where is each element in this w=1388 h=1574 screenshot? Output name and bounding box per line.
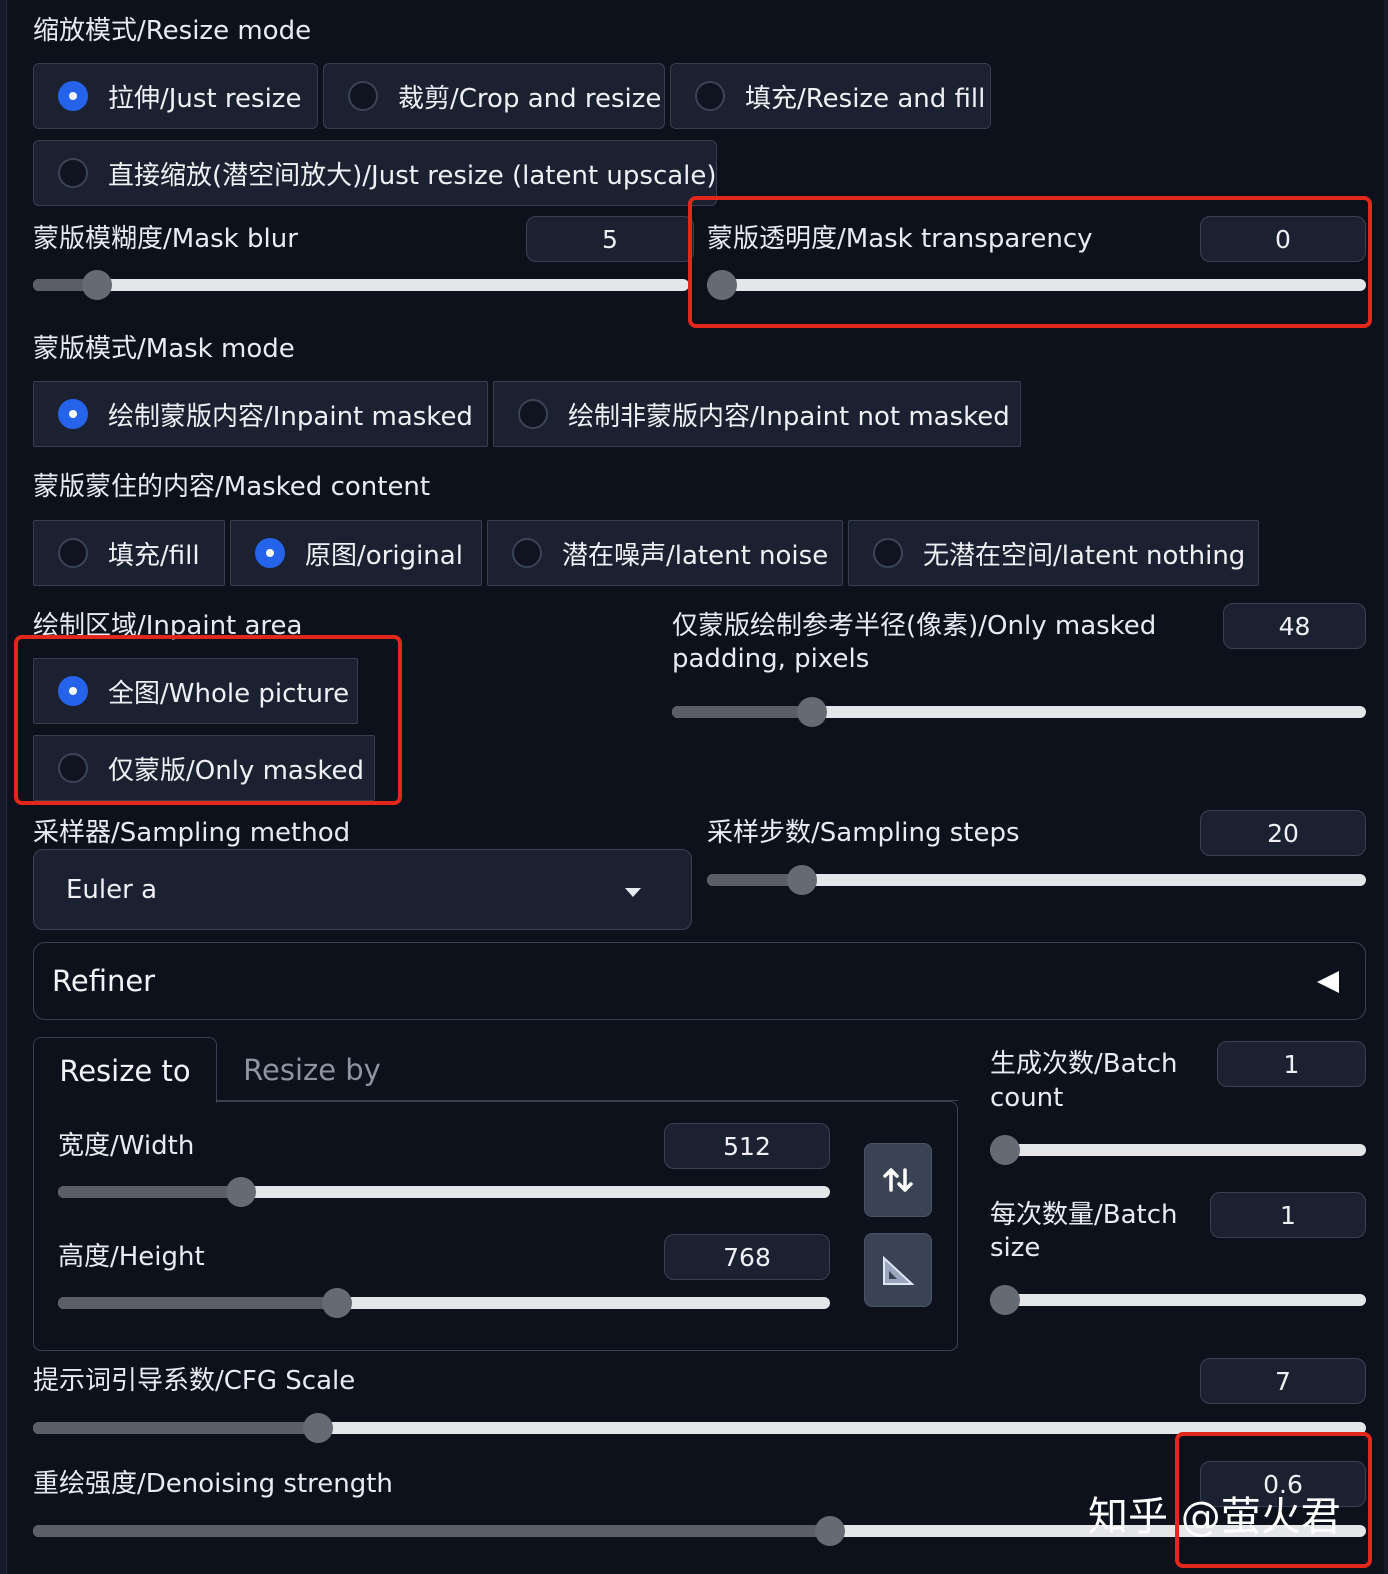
dropdown-caret-icon xyxy=(625,888,641,897)
radio-unselected-icon xyxy=(512,538,542,568)
dropdown-value: Euler a xyxy=(66,874,158,905)
denoising-strength-label: 重绘强度/Denoising strength xyxy=(33,1469,393,1499)
tab-divider xyxy=(217,1100,958,1101)
highlight-box xyxy=(14,635,402,805)
option-label: 无潜在空间/latent nothing xyxy=(923,540,1246,571)
refiner-label: Refiner xyxy=(52,964,156,998)
height-input[interactable]: 768 xyxy=(664,1234,830,1280)
mask-blur-input[interactable]: 5 xyxy=(526,216,694,262)
radio-unselected-icon xyxy=(873,538,903,568)
watermark: 知乎 @萤火君 xyxy=(1088,1494,1341,1540)
radio-selected-icon xyxy=(255,538,285,568)
cfg-scale-slider[interactable] xyxy=(33,1413,1366,1443)
batch-count-label-cont: count xyxy=(990,1083,1064,1113)
option-label: 绘制蒙版内容/Inpaint masked xyxy=(108,401,473,432)
width-label: 宽度/Width xyxy=(58,1131,195,1161)
height-label: 高度/Height xyxy=(58,1242,205,1272)
left-panel-edge xyxy=(0,0,7,1574)
swap-dimensions-button[interactable] xyxy=(864,1143,932,1217)
radio-resize-and-fill[interactable]: 填充/Resize and fill xyxy=(670,63,991,129)
cfg-scale-input[interactable]: 7 xyxy=(1200,1358,1366,1404)
only-masked-padding-slider[interactable] xyxy=(672,697,1366,727)
sampling-method-label: 采样器/Sampling method xyxy=(33,818,351,848)
sampling-steps-slider[interactable] xyxy=(707,865,1366,895)
radio-just-resize[interactable]: 拉伸/Just resize xyxy=(33,63,318,129)
only-masked-padding-input[interactable]: 48 xyxy=(1223,603,1366,649)
tab-resize-by[interactable]: Resize by xyxy=(220,1037,404,1103)
only-masked-padding-label: 仅蒙版绘制参考半径(像素)/Only masked xyxy=(672,611,1157,641)
radio-inpaint-masked[interactable]: 绘制蒙版内容/Inpaint masked xyxy=(33,381,488,447)
batch-size-label: 每次数量/Batch xyxy=(990,1200,1178,1230)
radio-original[interactable]: 原图/original xyxy=(230,520,482,586)
collapse-triangle-icon[interactable] xyxy=(1317,971,1339,993)
radio-latent-upscale[interactable]: 直接缩放(潜空间放大)/Just resize (latent upscale) xyxy=(33,140,717,206)
slider-fill xyxy=(33,1525,830,1537)
option-label: 绘制非蒙版内容/Inpaint not masked xyxy=(568,401,1010,432)
right-panel-edge xyxy=(1384,0,1388,1574)
slider-fill xyxy=(58,1186,241,1198)
option-label: 直接缩放(潜空间放大)/Just resize (latent upscale) xyxy=(108,160,717,191)
batch-size-label-cont: size xyxy=(990,1233,1041,1263)
radio-latent-noise[interactable]: 潜在噪声/latent noise xyxy=(487,520,843,586)
mask-blur-label: 蒙版模糊度/Mask blur xyxy=(33,224,298,254)
swap-dimensions-icon xyxy=(883,1168,913,1192)
sampling-steps-label: 采样步数/Sampling steps xyxy=(707,818,1020,848)
option-label: 原图/original xyxy=(305,540,463,571)
batch-count-input[interactable]: 1 xyxy=(1217,1041,1366,1087)
slider-thumb[interactable] xyxy=(322,1288,352,1318)
slider-fill xyxy=(33,1422,318,1434)
slider-thumb[interactable] xyxy=(815,1516,845,1546)
slider-thumb[interactable] xyxy=(82,270,112,300)
option-label: 填充/Resize and fill xyxy=(745,83,986,114)
batch-size-input[interactable]: 1 xyxy=(1210,1192,1366,1238)
sampling-steps-input[interactable]: 20 xyxy=(1200,810,1366,856)
radio-unselected-icon xyxy=(695,81,725,111)
radio-unselected-icon xyxy=(58,538,88,568)
slider-fill xyxy=(58,1297,337,1309)
radio-unselected-icon xyxy=(518,399,548,429)
option-label: 填充/fill xyxy=(108,540,200,571)
width-input[interactable]: 512 xyxy=(664,1123,830,1169)
slider-thumb[interactable] xyxy=(990,1135,1020,1165)
sampling-method-dropdown[interactable]: Euler a xyxy=(33,849,692,930)
radio-selected-icon xyxy=(58,81,88,111)
radio-unselected-icon xyxy=(348,81,378,111)
option-label: 潜在噪声/latent noise xyxy=(562,540,829,571)
mask-blur-slider[interactable] xyxy=(33,270,689,300)
radio-fill[interactable]: 填充/fill xyxy=(33,520,225,586)
only-masked-padding-label-cont: padding, pixels xyxy=(672,644,870,674)
slider-thumb[interactable] xyxy=(797,697,827,727)
tab-resize-to[interactable]: Resize to xyxy=(33,1037,217,1103)
batch-count-label: 生成次数/Batch xyxy=(990,1049,1178,1079)
slider-thumb[interactable] xyxy=(226,1177,256,1207)
aspect-ratio-button[interactable] xyxy=(864,1233,932,1307)
batch-count-slider[interactable] xyxy=(990,1135,1366,1165)
option-label: 裁剪/Crop and resize xyxy=(398,83,662,114)
slider-fill xyxy=(672,706,812,718)
batch-size-slider[interactable] xyxy=(990,1285,1366,1315)
cfg-scale-label: 提示词引导系数/CFG Scale xyxy=(33,1366,356,1396)
aspect-ratio-icon xyxy=(883,1255,915,1285)
slider-thumb[interactable] xyxy=(990,1285,1020,1315)
highlight-box xyxy=(688,196,1372,328)
option-label: 拉伸/Just resize xyxy=(108,83,302,114)
mask-mode-label: 蒙版模式/Mask mode xyxy=(33,334,295,364)
radio-latent-nothing[interactable]: 无潜在空间/latent nothing xyxy=(848,520,1259,586)
resize-mode-label: 缩放模式/Resize mode xyxy=(33,16,312,46)
width-slider[interactable] xyxy=(58,1177,830,1207)
radio-crop-and-resize[interactable]: 裁剪/Crop and resize xyxy=(323,63,665,129)
radio-inpaint-not-masked[interactable]: 绘制非蒙版内容/Inpaint not masked xyxy=(493,381,1021,447)
slider-thumb[interactable] xyxy=(303,1413,333,1443)
height-slider[interactable] xyxy=(58,1288,830,1318)
masked-content-label: 蒙版蒙住的内容/Masked content xyxy=(33,472,431,502)
radio-selected-icon xyxy=(58,399,88,429)
refiner-accordion[interactable]: Refiner xyxy=(33,942,1366,1020)
slider-thumb[interactable] xyxy=(787,865,817,895)
radio-unselected-icon xyxy=(58,158,88,188)
